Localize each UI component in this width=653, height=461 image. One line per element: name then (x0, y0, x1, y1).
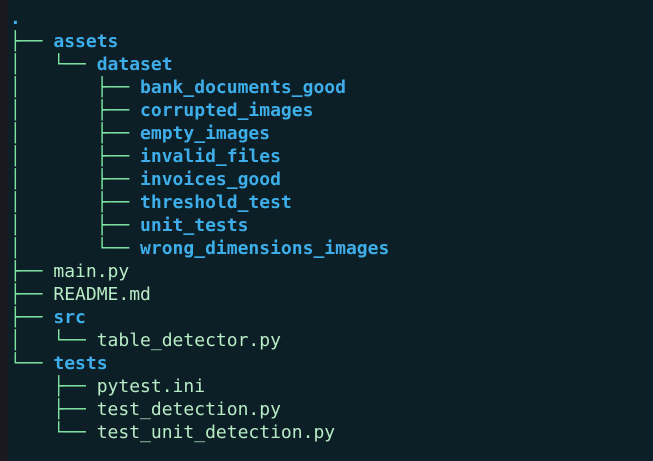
tree-directory-name: corrupted_images (140, 100, 314, 121)
tree-connector: ├── (10, 284, 54, 305)
tree-directory-name: threshold_test (140, 192, 292, 213)
tree-line: . (10, 7, 389, 30)
tree-directory-name: wrong_dimensions_images (140, 238, 390, 259)
tree-connector: ├── (10, 261, 54, 282)
tree-connector: │ ├── (10, 215, 141, 236)
tree-line: │ ├── unit_tests (10, 214, 389, 237)
tree-line: ├── main.py (10, 260, 389, 283)
tree-line: │ ├── invalid_files (10, 145, 389, 168)
tree-line: ├── src (10, 306, 389, 329)
tree-line: ├── test_detection.py (10, 398, 389, 421)
tree-connector: └── (10, 422, 97, 443)
tree-connector: └── (10, 353, 54, 374)
tree-directory-name: tests (53, 353, 108, 374)
tree-line: │ ├── bank_documents_good (10, 76, 389, 99)
tree-file-name: table_detector.py (96, 330, 281, 351)
tree-line: │ └── wrong_dimensions_images (10, 237, 389, 260)
tree-connector: │ ├── (10, 123, 141, 144)
tree-directory-name: assets (53, 31, 119, 52)
tree-file-name: main.py (53, 261, 130, 282)
tree-file-name: pytest.ini (96, 376, 206, 397)
tree-directory-name: invalid_files (140, 146, 281, 167)
tree-directory-name: empty_images (140, 123, 271, 144)
tree-directory-name: src (53, 307, 86, 328)
tree-line: │ ├── threshold_test (10, 191, 389, 214)
tree-line: │ ├── corrupted_images (10, 99, 389, 122)
tree-line: │ └── table_detector.py (10, 329, 389, 352)
tree-directory-name: bank_documents_good (140, 77, 346, 98)
window-edge (0, 0, 8, 461)
directory-tree: . ├── assets │ └── dataset │ ├── bank_docum… (10, 7, 389, 444)
terminal-window: . ├── assets │ └── dataset │ ├── bank_docum… (0, 0, 653, 461)
tree-directory-name: dataset (96, 54, 173, 75)
tree-connector: ├── (10, 376, 97, 397)
tree-connector: │ ├── (10, 169, 141, 190)
tree-file-name: test_unit_detection.py (96, 422, 336, 443)
tree-connector: ├── (10, 399, 97, 420)
tree-line: ├── assets (10, 30, 389, 53)
tree-line: └── test_unit_detection.py (10, 421, 389, 444)
tree-line: │ ├── empty_images (10, 122, 389, 145)
tree-line: ├── pytest.ini (10, 375, 389, 398)
tree-line: ├── README.md (10, 283, 389, 306)
tree-connector: │ └── (10, 330, 97, 351)
tree-file-name: README.md (53, 284, 151, 305)
tree-connector: ├── (10, 307, 54, 328)
tree-connector: │ ├── (10, 100, 141, 121)
tree-connector: │ └── (10, 238, 141, 259)
tree-root: . (10, 8, 21, 29)
tree-directory-name: invoices_good (140, 169, 281, 190)
tree-line: │ ├── invoices_good (10, 168, 389, 191)
tree-connector: ├── (10, 31, 54, 52)
tree-connector: │ ├── (10, 77, 141, 98)
tree-directory-name: unit_tests (140, 215, 249, 236)
tree-connector: │ ├── (10, 192, 141, 213)
tree-line: │ └── dataset (10, 53, 389, 76)
tree-line: └── tests (10, 352, 389, 375)
tree-file-name: test_detection.py (96, 399, 281, 420)
tree-connector: │ ├── (10, 146, 141, 167)
tree-connector: │ └── (10, 54, 97, 75)
